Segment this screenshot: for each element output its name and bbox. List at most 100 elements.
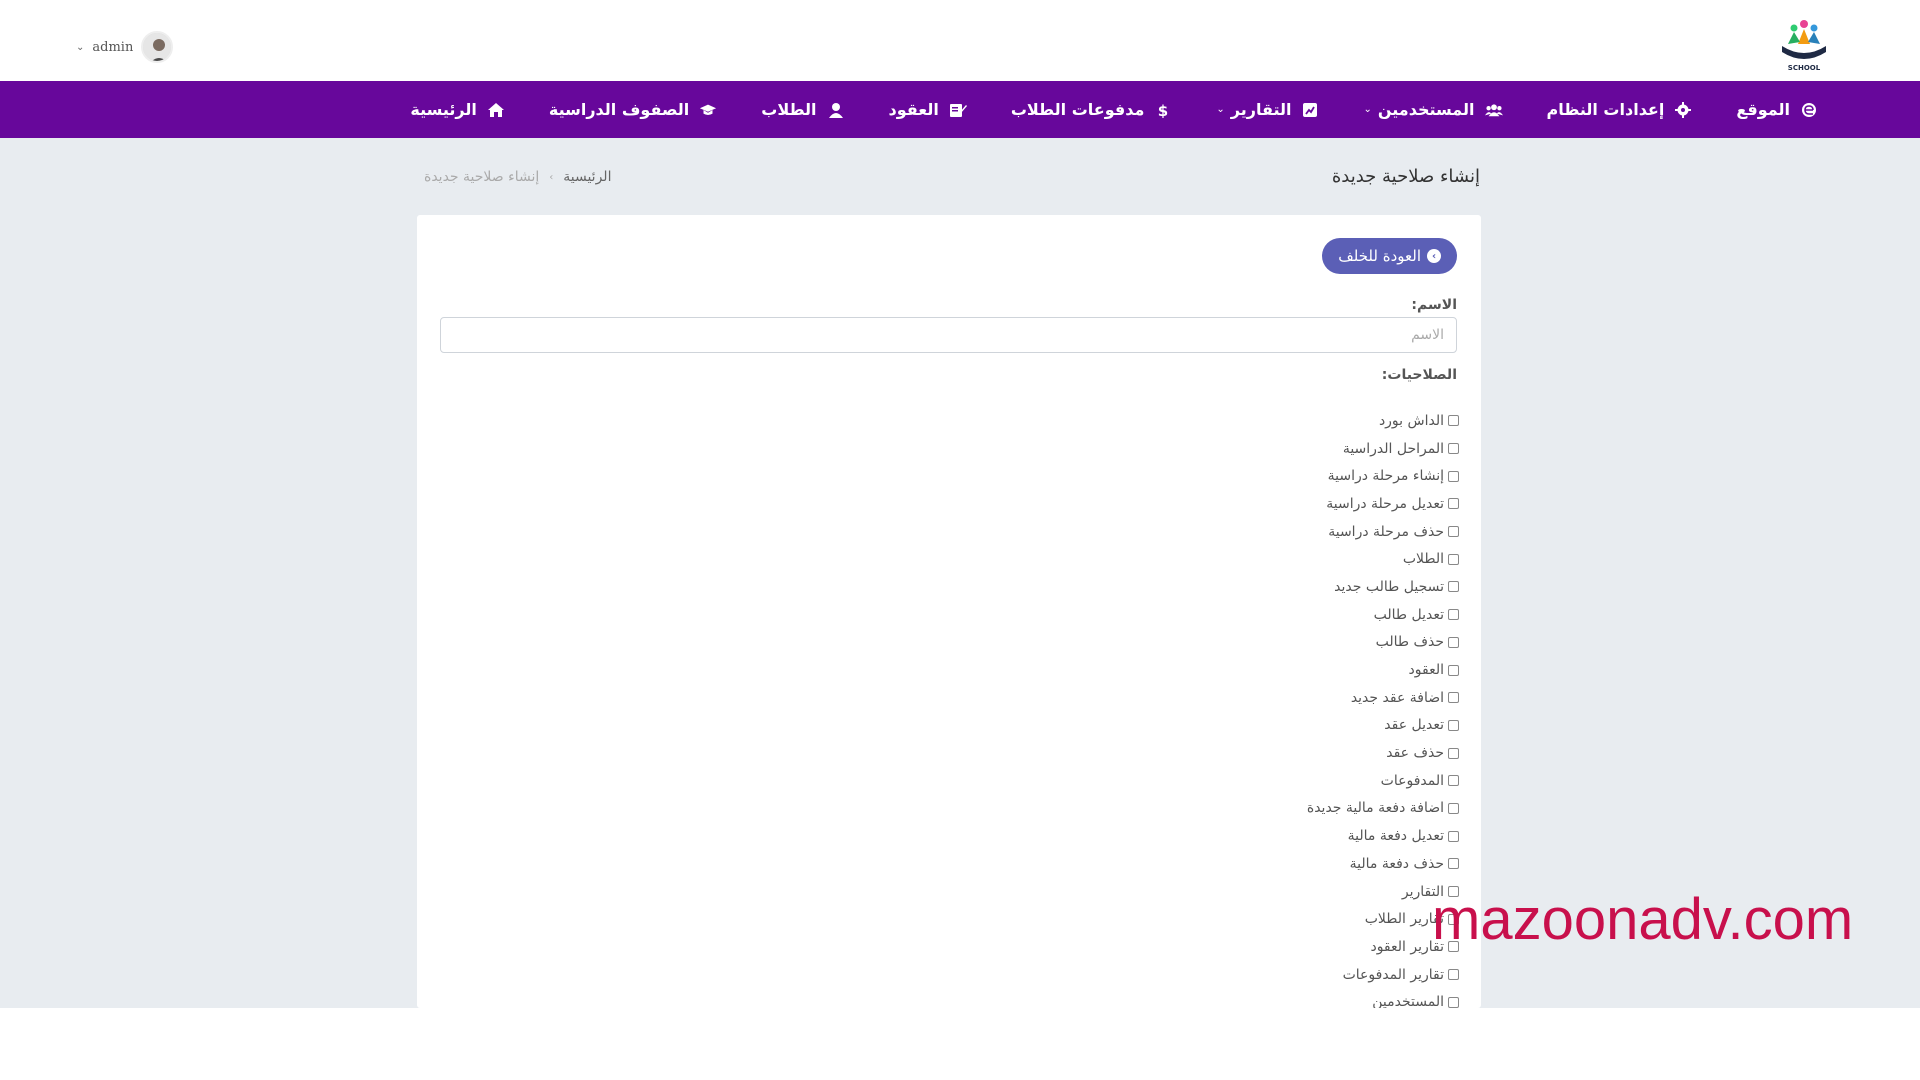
checkbox[interactable] xyxy=(1448,609,1459,621)
nav-label: الطلاب xyxy=(761,100,817,119)
permission-item[interactable]: إنشاء مرحلة دراسية xyxy=(1059,462,1459,490)
permission-item[interactable]: تقارير العقود xyxy=(1059,933,1459,961)
permission-item[interactable]: الطلاب xyxy=(1059,545,1459,573)
student-icon xyxy=(827,102,845,118)
permission-item[interactable]: اضافة عقد جديد xyxy=(1059,684,1459,712)
report-icon xyxy=(1301,102,1319,118)
permission-item[interactable]: اضافة دفعة مالية جديدة xyxy=(1059,795,1459,823)
svg-text:$: $ xyxy=(1158,102,1168,118)
nav-label: العقود xyxy=(888,100,939,119)
permission-item[interactable]: حذف عقد xyxy=(1059,739,1459,767)
checkbox[interactable] xyxy=(1448,969,1459,981)
breadcrumb-home[interactable]: الرئيسية xyxy=(563,169,611,185)
permission-label: تعديل طالب xyxy=(1373,606,1444,623)
permission-item[interactable]: تعديل دفعة مالية xyxy=(1059,822,1459,850)
permission-item[interactable]: تقارير الطلاب xyxy=(1059,905,1459,933)
contract-icon xyxy=(949,102,967,118)
nav-label: الرئيسية xyxy=(410,100,477,119)
checkbox[interactable] xyxy=(1448,858,1459,870)
permission-item[interactable]: تسجيل طالب جديد xyxy=(1059,573,1459,601)
permission-item[interactable]: العقود xyxy=(1059,656,1459,684)
permission-item[interactable]: تعديل عقد xyxy=(1059,712,1459,740)
arrow-circle-icon: › xyxy=(1427,249,1441,263)
permission-item[interactable]: المراحل الدراسية xyxy=(1059,435,1459,463)
permission-label: الطلاب xyxy=(1402,551,1444,568)
permission-item[interactable]: تقارير المدفوعات xyxy=(1059,961,1459,989)
user-name: admin xyxy=(92,39,134,55)
checkbox[interactable] xyxy=(1448,415,1459,427)
back-button-label: العودة للخلف xyxy=(1338,247,1421,265)
nav-label: إعدادات النظام xyxy=(1546,100,1665,119)
nav-item-website[interactable]: الموقع xyxy=(1714,81,1840,138)
checkbox[interactable] xyxy=(1448,996,1459,1008)
nav-label: الموقع xyxy=(1736,100,1790,119)
permission-label: تعديل مرحلة دراسية xyxy=(1326,495,1444,512)
permission-label: تسجيل طالب جديد xyxy=(1334,578,1444,595)
permission-label: حذف عقد xyxy=(1386,745,1444,762)
checkbox[interactable] xyxy=(1448,526,1459,538)
checkbox[interactable] xyxy=(1448,802,1459,814)
checkbox[interactable] xyxy=(1448,664,1459,676)
nav-item-students[interactable]: الطلاب xyxy=(739,81,866,138)
top-header: SCHOOL ⌄ admin xyxy=(0,0,1920,81)
bottom-blank-area xyxy=(0,1008,1920,1080)
permissions-list: الداش بورد المراحل الدراسية إنشاء مرحلة … xyxy=(1059,407,1459,1016)
user-menu[interactable]: ⌄ admin xyxy=(76,30,174,64)
checkbox[interactable] xyxy=(1448,636,1459,648)
permission-label: العقود xyxy=(1408,662,1444,679)
name-input[interactable] xyxy=(440,317,1457,353)
permission-item[interactable]: المدفوعات xyxy=(1059,767,1459,795)
checkbox[interactable] xyxy=(1448,498,1459,510)
permission-item[interactable]: التقارير xyxy=(1059,878,1459,906)
checkbox[interactable] xyxy=(1448,775,1459,787)
permission-label: حذف دفعة مالية xyxy=(1349,855,1444,872)
checkbox[interactable] xyxy=(1448,692,1459,704)
back-button[interactable]: › العودة للخلف xyxy=(1322,238,1457,274)
breadcrumb: الرئيسية › إنشاء صلاحية جديدة xyxy=(424,169,611,185)
checkbox[interactable] xyxy=(1448,830,1459,842)
permission-item[interactable]: تعديل طالب xyxy=(1059,601,1459,629)
permission-item[interactable]: تعديل مرحلة دراسية xyxy=(1059,490,1459,518)
nav-item-contracts[interactable]: العقود xyxy=(867,81,989,138)
permission-label: اضافة عقد جديد xyxy=(1350,689,1444,706)
checkbox[interactable] xyxy=(1448,719,1459,731)
home-icon xyxy=(487,102,505,118)
chevron-down-icon: ⌄ xyxy=(1216,104,1225,115)
nav-item-settings[interactable]: إعدادات النظام xyxy=(1525,81,1715,138)
nav-item-classes[interactable]: الصفوف الدراسية xyxy=(527,81,739,138)
breadcrumb-separator: › xyxy=(549,171,554,183)
dollar-icon: $ xyxy=(1154,102,1172,118)
permission-label: تعديل عقد xyxy=(1384,717,1444,734)
permission-label: تعديل دفعة مالية xyxy=(1347,828,1444,845)
avatar xyxy=(141,31,174,63)
nav-label: مدفوعات الطلاب xyxy=(1010,100,1145,119)
nav-item-home[interactable]: الرئيسية xyxy=(388,81,527,138)
nav-label: المستخدمين xyxy=(1377,100,1475,119)
permission-item[interactable]: حذف مرحلة دراسية xyxy=(1059,518,1459,546)
checkbox[interactable] xyxy=(1448,581,1459,593)
gear-icon xyxy=(1674,101,1692,118)
permission-label: اضافة دفعة مالية جديدة xyxy=(1306,800,1444,817)
permission-label: المراحل الدراسية xyxy=(1342,440,1444,457)
permission-label: حذف مرحلة دراسية xyxy=(1328,523,1444,540)
chevron-down-icon: ⌄ xyxy=(1363,104,1372,115)
nav-label: الصفوف الدراسية xyxy=(548,100,690,119)
permission-item[interactable]: الداش بورد xyxy=(1059,407,1459,435)
checkbox[interactable] xyxy=(1448,470,1459,482)
permission-item[interactable]: حذف دفعة مالية xyxy=(1059,850,1459,878)
checkbox[interactable] xyxy=(1448,747,1459,759)
checkbox[interactable] xyxy=(1448,553,1459,565)
nav-item-users[interactable]: المستخدمين ⌄ xyxy=(1341,81,1524,138)
browser-icon xyxy=(1800,102,1818,118)
permissions-label: الصلاحيات: xyxy=(1381,367,1457,383)
watermark-text: mazoonadv.com xyxy=(1432,887,1854,952)
permission-item[interactable]: حذف طالب xyxy=(1059,629,1459,657)
breadcrumb-current: إنشاء صلاحية جديدة xyxy=(424,169,540,185)
nav-item-payments[interactable]: $ مدفوعات الطلاب xyxy=(989,81,1195,138)
users-icon xyxy=(1484,102,1503,118)
chevron-down-icon: ⌄ xyxy=(76,41,85,53)
school-logo[interactable]: SCHOOL xyxy=(1774,16,1834,72)
nav-item-reports[interactable]: التقارير ⌄ xyxy=(1194,81,1341,138)
name-label: الاسم: xyxy=(1411,297,1457,313)
checkbox[interactable] xyxy=(1448,443,1459,455)
